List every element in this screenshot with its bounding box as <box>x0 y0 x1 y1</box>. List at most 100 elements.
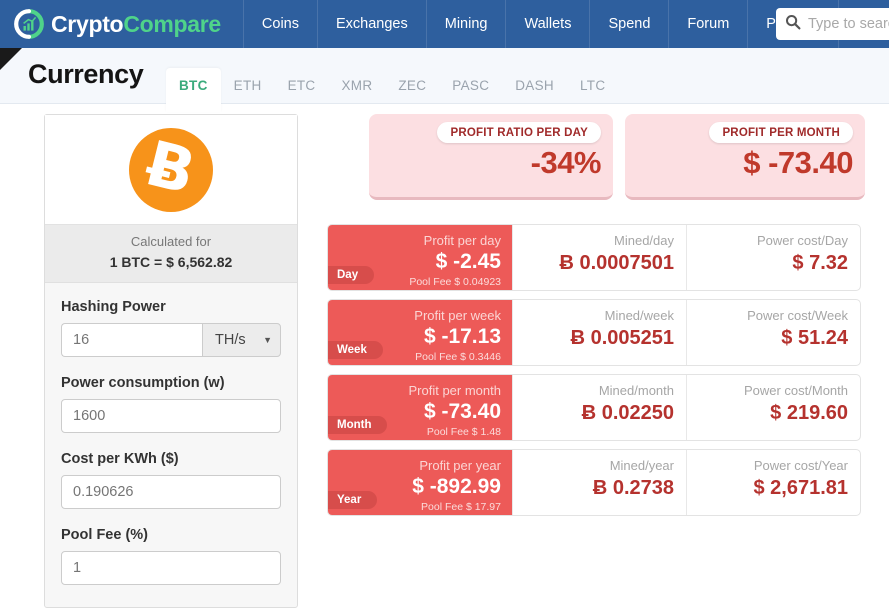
mined-cell-year: Mined/year Ƀ 0.2738 <box>512 450 686 515</box>
power-cost-cell-day: Power cost/Day $ 7.32 <box>686 225 860 290</box>
calculator-form: Hashing Power TH/s ▼ Power consumption (… <box>45 283 297 607</box>
nav-item-forum[interactable]: Forum <box>668 0 747 48</box>
pool-fee-day: Pool Fee $ 0.04923 <box>409 276 501 289</box>
nav-item-mining[interactable]: Mining <box>425 0 506 48</box>
hashing-power-group: TH/s ▼ <box>61 322 281 357</box>
calculator-sidebar: Ƀ Calculated for 1 BTC = $ 6,562.82 Hash… <box>44 114 298 608</box>
summary-card-profit-per-month: PROFIT PER MONTH $ -73.40 <box>625 114 865 200</box>
profit-cell-month: Profit per month $ -73.40 Pool Fee $ 1.4… <box>328 375 512 440</box>
pool-fee-month: Pool Fee $ 1.48 <box>426 426 501 439</box>
tab-zec[interactable]: ZEC <box>385 68 439 105</box>
results-table: Profit per day $ -2.45 Pool Fee $ 0.0492… <box>327 224 861 524</box>
mined-cell-day: Mined/day Ƀ 0.0007501 <box>512 225 686 290</box>
profit-label-year: Profit per year <box>419 458 501 473</box>
profit-cell-day: Profit per day $ -2.45 Pool Fee $ 0.0492… <box>328 225 512 290</box>
table-row: Profit per week $ -17.13 Pool Fee $ 0.34… <box>327 299 861 366</box>
pool-fee-year: Pool Fee $ 17.97 <box>421 501 501 514</box>
tab-btc[interactable]: BTC <box>166 67 221 112</box>
brand-logo-link[interactable]: CryptoCompare <box>0 0 243 48</box>
summary-card-profit-ratio-per-day: PROFIT RATIO PER DAY -34% <box>369 114 613 200</box>
summary-cards: PROFIT RATIO PER DAY -34% PROFIT PER MON… <box>369 114 865 200</box>
power-cost-value-week: $ 51.24 <box>781 327 848 350</box>
brand-text-crypto: Crypto <box>51 10 124 37</box>
nav-items: Coins Exchanges Mining Wallets Spend For… <box>242 0 839 48</box>
power-cost-value-day: $ 7.32 <box>792 252 848 275</box>
search-box[interactable] <box>776 8 889 40</box>
power-cost-cell-month: Power cost/Month $ 219.60 <box>686 375 860 440</box>
pool-fee-input[interactable] <box>61 550 281 585</box>
calculated-for-value: 1 BTC = $ 6,562.82 <box>109 253 233 270</box>
mined-label-month: Mined/month <box>598 383 674 398</box>
period-ribbon-week: Week <box>328 341 383 359</box>
tab-ltc[interactable]: LTC <box>567 68 618 105</box>
hashing-power-label: Hashing Power <box>61 298 166 315</box>
currency-tabs: BTC ETH ETC XMR ZEC PASC DASH LTC <box>166 60 618 112</box>
nav-item-spend[interactable]: Spend <box>589 0 668 48</box>
mined-label-day: Mined/day <box>614 233 674 248</box>
period-ribbon-year: Year <box>328 491 378 509</box>
calculated-for-box: Calculated for 1 BTC = $ 6,562.82 <box>45 225 297 283</box>
tab-dash[interactable]: DASH <box>502 68 567 105</box>
summary-value-profit-per-month: $ -73.40 <box>743 145 853 180</box>
search-input[interactable] <box>808 16 889 32</box>
tab-eth[interactable]: ETH <box>221 68 275 105</box>
profit-label-month: Profit per month <box>408 383 502 398</box>
profit-label-day: Profit per day <box>423 233 501 248</box>
coin-logo-box: Ƀ <box>45 115 297 225</box>
profit-label-week: Profit per week <box>414 308 501 323</box>
power-cost-cell-year: Power cost/Year $ 2,671.81 <box>686 450 860 515</box>
profit-value-day: $ -2.45 <box>435 250 501 274</box>
table-row: Profit per year $ -892.99 Pool Fee $ 17.… <box>327 449 861 516</box>
mined-label-week: Mined/week <box>604 308 674 323</box>
bitcoin-icon: Ƀ <box>129 125 213 212</box>
profit-cell-week: Profit per week $ -17.13 Pool Fee $ 0.34… <box>328 300 512 365</box>
profit-value-month: $ -73.40 <box>423 400 501 424</box>
mined-value-week: Ƀ 0.005251 <box>570 327 674 350</box>
period-ribbon-day: Day <box>328 266 375 284</box>
power-cost-label-day: Power cost/Day <box>756 233 848 248</box>
power-cost-cell-week: Power cost/Week $ 51.24 <box>686 300 860 365</box>
brand-text: CryptoCompare <box>51 11 221 38</box>
corner-fold-decoration <box>0 48 22 70</box>
cost-per-kwh-label: Cost per KWh ($) <box>61 450 179 467</box>
nav-item-wallets[interactable]: Wallets <box>505 0 589 48</box>
nav-item-coins[interactable]: Coins <box>242 0 317 48</box>
mined-value-month: Ƀ 0.02250 <box>581 402 674 425</box>
mined-cell-month: Mined/month Ƀ 0.02250 <box>512 375 686 440</box>
period-ribbon-month: Month <box>328 416 388 434</box>
mined-value-day: Ƀ 0.0007501 <box>559 252 674 275</box>
page-root: CryptoCompare Coins Exchanges Mining Wal… <box>0 0 889 609</box>
nav-item-exchanges[interactable]: Exchanges <box>316 0 426 48</box>
profit-value-year: $ -892.99 <box>412 475 501 499</box>
profit-value-week: $ -17.13 <box>423 325 501 349</box>
summary-value-profit-ratio-per-day: -34% <box>530 145 602 180</box>
table-row: Profit per month $ -73.40 Pool Fee $ 1.4… <box>327 374 861 441</box>
power-consumption-input[interactable] <box>61 398 281 433</box>
bitcoin-symbol: Ƀ <box>139 125 203 209</box>
hashing-power-input[interactable] <box>61 322 202 357</box>
search-icon <box>785 14 801 35</box>
brand-text-compare: Compare <box>123 10 221 37</box>
power-cost-label-year: Power cost/Year <box>753 458 848 473</box>
chart-swoosh-logo-icon <box>14 9 44 39</box>
summary-badge-profit-per-month: PROFIT PER MONTH <box>709 122 853 143</box>
summary-badge-profit-ratio-per-day: PROFIT RATIO PER DAY <box>437 122 601 143</box>
page-header-bar: Currency BTC ETH ETC XMR ZEC PASC DASH L… <box>0 48 889 112</box>
hashing-unit-select[interactable]: TH/s ▼ <box>202 322 281 357</box>
tab-etc[interactable]: ETC <box>275 68 329 105</box>
calculated-for-label: Calculated for <box>130 234 212 249</box>
tab-xmr[interactable]: XMR <box>328 68 385 105</box>
pool-fee-label: Pool Fee (%) <box>61 526 149 543</box>
pool-fee-week: Pool Fee $ 0.3446 <box>415 351 501 364</box>
top-navbar: CryptoCompare Coins Exchanges Mining Wal… <box>0 0 889 48</box>
cost-per-kwh-input[interactable] <box>61 474 281 509</box>
power-cost-label-week: Power cost/Week <box>747 308 848 323</box>
power-consumption-label: Power consumption (w) <box>61 374 225 391</box>
power-cost-value-year: $ 2,671.81 <box>753 477 848 500</box>
power-cost-value-month: $ 219.60 <box>770 402 848 425</box>
profit-cell-year: Profit per year $ -892.99 Pool Fee $ 17.… <box>328 450 512 515</box>
mined-cell-week: Mined/week Ƀ 0.005251 <box>512 300 686 365</box>
tab-pasc[interactable]: PASC <box>439 68 502 105</box>
page-title: Currency <box>28 59 144 89</box>
table-row: Profit per day $ -2.45 Pool Fee $ 0.0492… <box>327 224 861 291</box>
